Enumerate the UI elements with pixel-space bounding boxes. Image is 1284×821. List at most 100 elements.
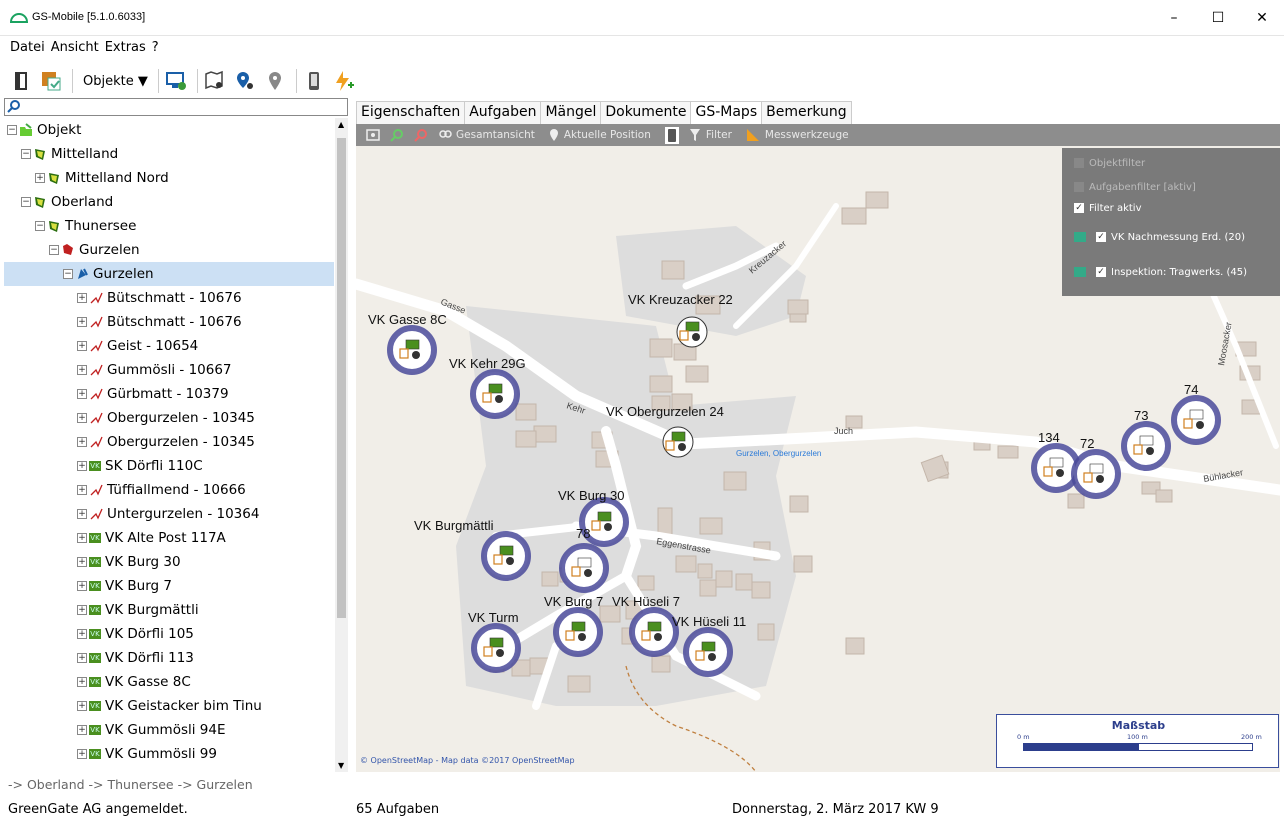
marker-ring[interactable] bbox=[629, 607, 679, 657]
sync-button[interactable] bbox=[163, 68, 189, 94]
tree-item[interactable]: + VK VK Burgmättli bbox=[4, 598, 334, 622]
tree-item[interactable]: + VK VK Burg 7 bbox=[4, 574, 334, 598]
menu-ansicht[interactable]: Ansicht bbox=[51, 40, 99, 55]
marker-ring[interactable] bbox=[683, 627, 733, 677]
map-attribution[interactable]: © OpenStreetMap - Map data ©2017 OpenStr… bbox=[360, 756, 575, 765]
collapse-icon[interactable]: − bbox=[35, 221, 45, 231]
tree-item[interactable]: + VK VK Gasse 8C bbox=[4, 670, 334, 694]
expand-icon[interactable]: + bbox=[77, 605, 87, 615]
expand-icon[interactable]: + bbox=[77, 365, 87, 375]
tree-item[interactable]: + VK VK Alte Post 117A bbox=[4, 526, 334, 550]
tree-item[interactable]: + Geist - 10654 bbox=[4, 334, 334, 358]
expand-icon[interactable]: + bbox=[77, 749, 87, 759]
map-marker[interactable]: 74 bbox=[1171, 382, 1221, 445]
tree-item[interactable]: + VK VK Geistacker bim Tinu bbox=[4, 694, 334, 718]
expand-icon[interactable]: + bbox=[77, 653, 87, 663]
expand-icon[interactable]: + bbox=[77, 677, 87, 687]
tree-item[interactable]: + Obergurzelen - 10345 bbox=[4, 430, 334, 454]
tree-item[interactable]: + Gummösli - 10667 bbox=[4, 358, 334, 382]
map-marker[interactable]: VK Gasse 8C bbox=[368, 312, 447, 375]
expand-icon[interactable]: + bbox=[77, 413, 87, 423]
tree-item[interactable]: − Mittelland bbox=[4, 142, 334, 166]
map-layers-button[interactable] bbox=[366, 128, 380, 142]
marker-ring[interactable] bbox=[481, 531, 531, 581]
location-search-button[interactable] bbox=[232, 68, 258, 94]
tree-item[interactable]: − Thunersee bbox=[4, 214, 334, 238]
expand-icon[interactable]: + bbox=[77, 533, 87, 543]
map-marker[interactable]: VK Kehr 29G bbox=[449, 356, 526, 419]
menu-datei[interactable]: Datei bbox=[10, 40, 45, 55]
tab-eigenschaften[interactable]: Eigenschaften bbox=[356, 101, 466, 124]
map-marker[interactable]: 73 bbox=[1121, 408, 1171, 471]
filter-aktiv-checkbox[interactable]: ✓ Filter aktiv bbox=[1074, 203, 1141, 214]
tree-scrollbar[interactable]: ▲ ▼ bbox=[335, 118, 348, 772]
expand-icon[interactable]: + bbox=[35, 173, 45, 183]
expand-icon[interactable]: + bbox=[77, 293, 87, 303]
tree-search-input[interactable] bbox=[4, 98, 348, 116]
expand-icon[interactable]: + bbox=[77, 509, 87, 519]
collapse-icon[interactable]: − bbox=[21, 149, 31, 159]
expand-icon[interactable]: + bbox=[77, 317, 87, 327]
tree-item[interactable]: + VK VK Dörfli 105 bbox=[4, 622, 334, 646]
measure-tools-button[interactable]: Messwerkzeuge bbox=[746, 128, 849, 142]
marker-ring[interactable] bbox=[1171, 395, 1221, 445]
collapse-icon[interactable]: − bbox=[49, 245, 59, 255]
marker-ring[interactable] bbox=[1031, 443, 1081, 493]
map-search-button[interactable] bbox=[202, 68, 228, 94]
close-button[interactable]: ✕ bbox=[1242, 6, 1282, 30]
expand-icon[interactable]: + bbox=[77, 485, 87, 495]
tree-item[interactable]: + VK VK Gummösli 99 bbox=[4, 742, 334, 766]
location-button[interactable] bbox=[262, 68, 288, 94]
tree-item[interactable]: + VK SK Dörfli 110C bbox=[4, 454, 334, 478]
tab-bemerkung[interactable]: Bemerkung bbox=[761, 101, 852, 124]
maximize-button[interactable]: ☐ bbox=[1198, 6, 1238, 30]
marker-ring[interactable] bbox=[470, 369, 520, 419]
zoom-in-button[interactable] bbox=[390, 128, 404, 142]
marker-ring[interactable] bbox=[471, 623, 521, 673]
mobile-view-button[interactable] bbox=[664, 126, 679, 144]
expand-icon[interactable]: + bbox=[77, 701, 87, 711]
collapse-icon[interactable]: − bbox=[7, 125, 17, 135]
tab-aufgaben[interactable]: Aufgaben bbox=[464, 101, 542, 124]
scroll-up-icon[interactable]: ▲ bbox=[338, 120, 344, 129]
aufgabenfilter-option[interactable]: Aufgabenfilter [aktiv] bbox=[1074, 182, 1196, 193]
tree-item[interactable]: − Gurzelen bbox=[4, 238, 334, 262]
tree-item[interactable]: + Obergurzelen - 10345 bbox=[4, 406, 334, 430]
map-marker[interactable]: 134 bbox=[1031, 430, 1081, 493]
zoom-out-button[interactable] bbox=[414, 128, 428, 142]
add-task-button[interactable] bbox=[331, 68, 357, 94]
tree-item[interactable]: − Oberland bbox=[4, 190, 334, 214]
menu-extras[interactable]: Extras bbox=[105, 40, 146, 55]
expand-icon[interactable]: + bbox=[77, 437, 87, 447]
tree-item[interactable]: + Mittelland Nord bbox=[4, 166, 334, 190]
layer-inspektion-tragwerk[interactable]: ✓ Inspektion: Tragwerks. (45) bbox=[1074, 267, 1247, 278]
map-marker[interactable]: VK Turm bbox=[468, 610, 521, 673]
current-position-button[interactable]: Aktuelle Position bbox=[549, 128, 651, 142]
marker-ring[interactable] bbox=[387, 325, 437, 375]
marker-ring[interactable] bbox=[553, 607, 603, 657]
objektfilter-option[interactable]: Objektfilter bbox=[1074, 158, 1145, 169]
tree-item[interactable]: + Untergurzelen - 10364 bbox=[4, 502, 334, 526]
expand-icon[interactable]: + bbox=[77, 725, 87, 735]
tree-item[interactable]: + VK VK Burg 30 bbox=[4, 550, 334, 574]
tree-item[interactable]: + VK VK Dörfli 113 bbox=[4, 646, 334, 670]
expand-icon[interactable]: + bbox=[77, 461, 87, 471]
tree-item[interactable]: + Bütschmatt - 10676 bbox=[4, 286, 334, 310]
tab-gsmaps[interactable]: GS-Maps bbox=[690, 101, 763, 125]
marker-ring[interactable] bbox=[559, 543, 609, 593]
scroll-down-icon[interactable]: ▼ bbox=[338, 761, 344, 770]
tree-item[interactable]: + VK VK Gummösli 94E bbox=[4, 718, 334, 742]
tab-mngel[interactable]: Mängel bbox=[540, 101, 602, 124]
tree-item[interactable]: − Objekt bbox=[4, 118, 334, 142]
tree-item[interactable]: + Gürbmatt - 10379 bbox=[4, 382, 334, 406]
menu-help[interactable]: ? bbox=[152, 40, 159, 55]
objekte-dropdown[interactable]: Objekte ▼ bbox=[83, 74, 148, 89]
tree-item[interactable]: + Tüffiallmend - 10666 bbox=[4, 478, 334, 502]
marker-ring[interactable] bbox=[1071, 449, 1121, 499]
expand-icon[interactable]: + bbox=[77, 629, 87, 639]
mobile-button[interactable] bbox=[301, 68, 327, 94]
minimize-button[interactable]: – bbox=[1154, 6, 1194, 30]
expand-icon[interactable]: + bbox=[77, 581, 87, 591]
collapse-icon[interactable]: − bbox=[63, 269, 73, 279]
layer-vk-nachmessung[interactable]: ✓ VK Nachmessung Erd. (20) bbox=[1074, 232, 1245, 243]
